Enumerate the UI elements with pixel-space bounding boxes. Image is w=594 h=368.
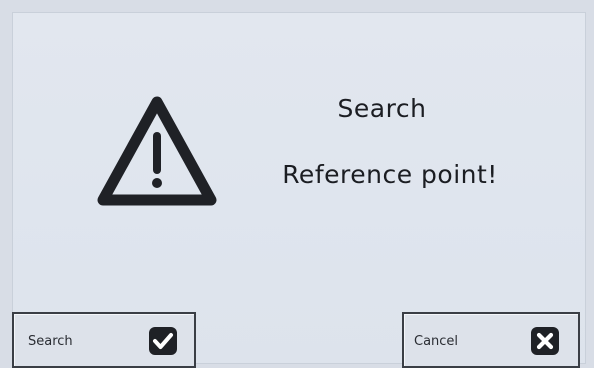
dialog-screen: Search Reference point! Search Cancel [12,12,586,368]
search-button-label: Search [28,334,73,349]
warning-triangle-icon [97,96,217,206]
message-title: Search [337,94,427,123]
checkmark-icon [149,327,177,355]
cancel-button[interactable]: Cancel [402,312,580,368]
x-icon [531,327,559,355]
message-text: Reference point! [282,160,498,189]
cancel-button-label: Cancel [414,334,459,349]
search-button[interactable]: Search [12,312,196,368]
